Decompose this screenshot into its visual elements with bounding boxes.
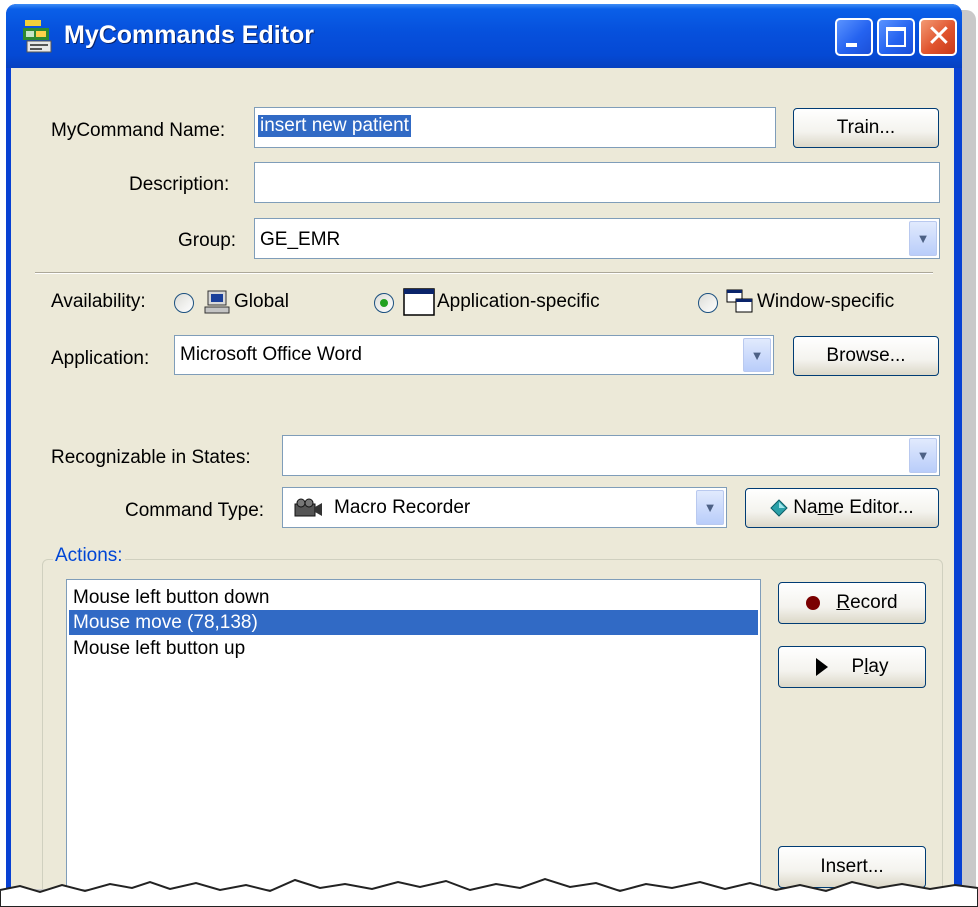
title-bar[interactable]: MyCommands Editor ✕	[6, 4, 962, 68]
train-button[interactable]: Train...	[793, 108, 939, 148]
global-label: Global	[234, 291, 289, 312]
group-combobox[interactable]: GE_EMR ▼	[254, 218, 940, 259]
maximize-icon	[886, 27, 906, 47]
computer-icon	[204, 290, 230, 314]
group-label: Group:	[178, 230, 237, 251]
application-combobox[interactable]: Microsoft Office Word ▼	[174, 335, 774, 375]
diamond-icon	[770, 499, 789, 517]
maximize-button[interactable]	[877, 18, 915, 56]
close-button[interactable]: ✕	[919, 18, 957, 56]
recognizable-label: Recognizable in States:	[51, 447, 251, 468]
cascade-windows-icon	[726, 289, 753, 313]
radio-window-specific[interactable]	[698, 293, 718, 313]
chevron-down-icon[interactable]: ▼	[696, 490, 724, 525]
command-type-label: Command Type:	[125, 500, 265, 521]
application-label: Application:	[51, 348, 150, 369]
record-label: Record	[836, 592, 898, 613]
window-specific-label: Window-specific	[757, 291, 895, 312]
minimize-icon	[846, 43, 857, 47]
play-label: Play	[851, 656, 889, 677]
name-field[interactable]: insert new patient	[254, 107, 776, 148]
window-icon	[403, 288, 435, 316]
radio-application-specific[interactable]	[374, 293, 394, 313]
actions-list[interactable]: Mouse left button down Mouse move (78,13…	[66, 579, 761, 889]
browse-button[interactable]: Browse...	[793, 336, 939, 376]
name-editor-label: Name Editor...	[793, 497, 914, 518]
chevron-down-icon[interactable]: ▼	[909, 438, 937, 473]
list-item[interactable]: Mouse left button down	[73, 585, 269, 610]
record-button[interactable]: Record	[778, 582, 926, 624]
description-label: Description:	[129, 174, 230, 195]
app-icon	[23, 20, 52, 53]
command-type-value: Macro Recorder	[334, 497, 471, 518]
actions-group-label: Actions:	[53, 545, 125, 567]
record-icon	[806, 596, 821, 610]
application-value: Microsoft Office Word	[180, 344, 362, 365]
list-item-selected[interactable]: Mouse move (78,138)	[69, 610, 758, 635]
separator	[35, 272, 933, 274]
list-item[interactable]: Mouse left button up	[73, 636, 245, 661]
name-field-value: insert new patient	[258, 115, 411, 137]
close-icon: ✕	[926, 20, 952, 53]
dialog-body: MyCommand Name: insert new patient Train…	[11, 68, 954, 889]
play-icon	[815, 658, 828, 676]
description-field[interactable]	[254, 162, 940, 203]
radio-global[interactable]	[174, 293, 194, 313]
name-editor-button[interactable]: Name Editor...	[745, 488, 939, 528]
minimize-button[interactable]	[835, 18, 873, 56]
name-label: MyCommand Name:	[51, 120, 226, 141]
chevron-down-icon[interactable]: ▼	[909, 221, 937, 256]
group-value: GE_EMR	[260, 229, 341, 250]
states-combobox[interactable]: ▼	[282, 435, 940, 476]
editor-window: MyCommands Editor ✕ MyCommand Name: inse…	[6, 4, 962, 889]
camcorder-icon	[294, 498, 322, 517]
command-type-combobox[interactable]: Macro Recorder ▼	[282, 487, 727, 528]
torn-edge	[0, 877, 978, 907]
availability-label: Availability:	[51, 291, 146, 312]
play-button[interactable]: Play	[778, 646, 926, 688]
window-title: MyCommands Editor	[64, 21, 315, 49]
chevron-down-icon[interactable]: ▼	[743, 338, 771, 372]
application-specific-label: Application-specific	[437, 291, 600, 312]
